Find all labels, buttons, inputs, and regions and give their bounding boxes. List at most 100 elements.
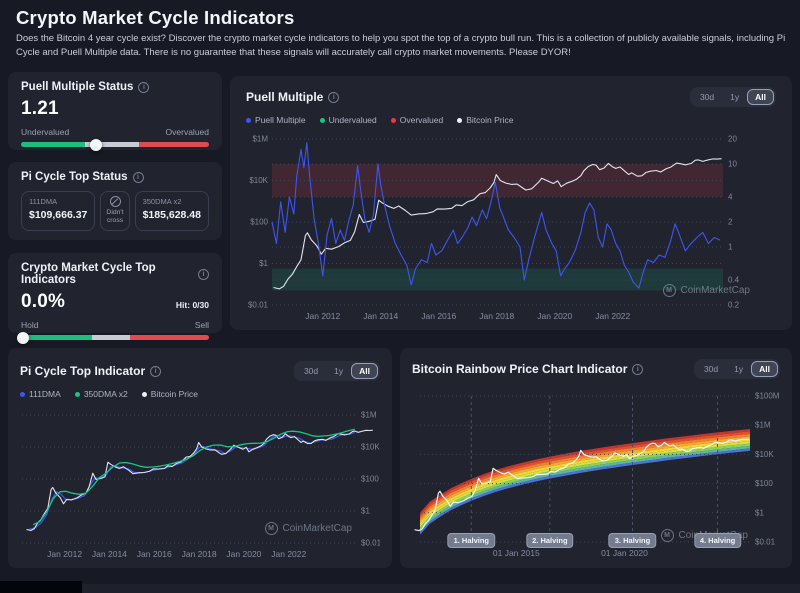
svg-text:$1: $1: [361, 507, 370, 516]
legend-item[interactable]: Bitcoin Price: [457, 115, 513, 125]
series-350dma-x2: [33, 429, 355, 524]
dma-111-value: $109,666.37: [29, 209, 87, 221]
pi-cycle-chart-card: Pi Cycle Top Indicator 30d1yAll 111DMA35…: [8, 348, 392, 568]
time-range-1y-button[interactable]: 1y: [326, 363, 351, 379]
info-icon[interactable]: [198, 269, 209, 280]
legend-dot-icon: [142, 392, 147, 397]
puell-multiple-chart-card: Puell Multiple 30d1yAll Puell Multiple Un…: [230, 76, 792, 330]
no-cross-icon: [110, 196, 121, 207]
slider-handle[interactable]: [90, 139, 102, 151]
horizontal-scrollbar[interactable]: [0, 584, 800, 593]
dma-111-label: 111DMA: [29, 197, 87, 206]
legend-dot-icon: [457, 118, 462, 123]
puell-status-title: Puell Multiple Status: [21, 81, 133, 93]
time-range-all-button[interactable]: All: [747, 89, 774, 105]
coinmarketcap-logo-icon: [265, 522, 278, 535]
didnt-cross-box: Didn't cross: [100, 191, 129, 231]
slider-handle[interactable]: [17, 332, 29, 344]
puell-chart-legend: Puell Multiple Undervalued Overvalued Bitco…: [246, 113, 776, 127]
legend-item[interactable]: Overvalued: [391, 115, 443, 125]
svg-text:Jan 2020: Jan 2020: [226, 549, 261, 559]
time-range-all-button[interactable]: All: [351, 363, 378, 379]
svg-text:01 Jan 2020: 01 Jan 2020: [601, 548, 648, 558]
svg-text:10: 10: [728, 159, 737, 168]
dma-350-label: 350DMA x2: [143, 197, 201, 206]
legend-item[interactable]: 350DMA x2: [75, 389, 128, 399]
pi-cycle-top-status-card: Pi Cycle Top Status 111DMA $109,666.37 D…: [8, 162, 222, 240]
time-range-30d-button[interactable]: 30d: [692, 89, 722, 105]
puell-multiple-status-card: Puell Multiple Status 1.21 Undervalued O…: [8, 72, 222, 150]
puell-chart: $1M$10K$100$1$0.0120104210.40.2Jan 2012J…: [246, 131, 776, 327]
slider-segment: [21, 142, 85, 147]
halving-badge: 1. Halving: [448, 533, 495, 548]
info-icon[interactable]: [133, 172, 144, 183]
series-bitcoin-price: [27, 430, 373, 530]
hold-label: Hold: [21, 320, 38, 330]
page-description: Does the Bitcoin 4 year cycle exist? Dis…: [16, 32, 788, 61]
top-indicators-value: 0.0%: [21, 291, 65, 313]
time-range-1y-button[interactable]: 1y: [722, 89, 747, 105]
svg-text:$10K: $10K: [361, 443, 380, 452]
slider-segment: [21, 335, 92, 340]
legend-dot-icon: [75, 392, 80, 397]
svg-text:Jan 2018: Jan 2018: [479, 311, 514, 321]
svg-text:Jan 2012: Jan 2012: [47, 549, 82, 559]
legend-dot-icon: [246, 118, 251, 123]
overvalued-label: Overvalued: [166, 127, 209, 137]
svg-text:4: 4: [728, 193, 733, 202]
time-range-30d-button[interactable]: 30d: [696, 361, 726, 377]
svg-text:$1M: $1M: [361, 411, 377, 420]
watermark-text: CoinMarketCap: [283, 523, 352, 534]
puell-chart-title: Puell Multiple: [246, 90, 323, 104]
svg-text:Jan 2016: Jan 2016: [137, 549, 172, 559]
pi-cycle-status-title: Pi Cycle Top Status: [21, 171, 128, 183]
time-range-30d-button[interactable]: 30d: [296, 363, 326, 379]
svg-text:$1M: $1M: [252, 135, 268, 144]
info-icon[interactable]: [138, 82, 149, 93]
watermark-text: CoinMarketCap: [681, 285, 750, 296]
page-title: Crypto Market Cycle Indicators: [16, 7, 294, 29]
slider-segment: [130, 335, 209, 340]
puell-chart-svg: $1M$10K$100$1$0.0120104210.40.2Jan 2012J…: [246, 131, 776, 327]
legend-item[interactable]: Puell Multiple: [246, 115, 306, 125]
svg-text:$0.01: $0.01: [361, 539, 380, 548]
svg-text:$1: $1: [259, 259, 268, 268]
puell-multiple-value: 1.21: [21, 98, 209, 120]
hit-count: Hit: 0/30: [176, 300, 209, 310]
market-top-slider[interactable]: [21, 335, 209, 340]
halving-badge: 3. Halving: [609, 533, 656, 548]
svg-text:0.2: 0.2: [728, 301, 740, 310]
scrollbar-thumb[interactable]: [0, 581, 82, 593]
time-range-selector: 30d1yAll: [690, 87, 776, 107]
time-range-all-button[interactable]: All: [751, 361, 778, 377]
rainbow-chart-card: Bitcoin Rainbow Price Chart Indicator 30…: [400, 348, 792, 568]
svg-text:Jan 2014: Jan 2014: [92, 549, 127, 559]
dma-350-box: 350DMA x2 $185,628.48: [135, 191, 209, 231]
pi-cycle-chart-legend: 111DMA 350DMA x2 Bitcoin Price: [20, 387, 380, 401]
pi-cycle-chart: $1M$10K$100$1$0.01Jan 2012Jan 2014Jan 20…: [20, 405, 380, 567]
info-icon[interactable]: [150, 366, 161, 377]
svg-text:Jan 2012: Jan 2012: [305, 311, 340, 321]
svg-text:20: 20: [728, 135, 737, 144]
legend-item[interactable]: 111DMA: [20, 389, 61, 399]
info-icon[interactable]: [328, 92, 339, 103]
time-range-selector: 30d1yAll: [694, 359, 780, 379]
svg-text:$10K: $10K: [249, 176, 268, 185]
info-icon[interactable]: [632, 364, 643, 375]
crypto-market-cycle-page: Crypto Market Cycle Indicators Does the …: [0, 0, 800, 593]
svg-text:$0.01: $0.01: [755, 538, 776, 547]
svg-text:1: 1: [728, 242, 733, 251]
puell-status-slider[interactable]: [21, 142, 209, 147]
time-range-1y-button[interactable]: 1y: [726, 361, 751, 377]
svg-text:Jan 2018: Jan 2018: [182, 549, 217, 559]
rainbow-chart-title: Bitcoin Rainbow Price Chart Indicator: [412, 362, 627, 376]
svg-text:$1: $1: [755, 508, 764, 517]
legend-item[interactable]: Bitcoin Price: [142, 389, 198, 399]
coinmarketcap-logo-icon: [661, 529, 674, 542]
svg-text:01 Jan 2015: 01 Jan 2015: [493, 548, 540, 558]
sell-label: Sell: [195, 320, 209, 330]
picycle-chart-svg: $1M$10K$100$1$0.01Jan 2012Jan 2014Jan 20…: [20, 405, 380, 567]
legend-item[interactable]: Undervalued: [320, 115, 377, 125]
legend-dot-icon: [391, 118, 396, 123]
legend-dot-icon: [20, 392, 25, 397]
